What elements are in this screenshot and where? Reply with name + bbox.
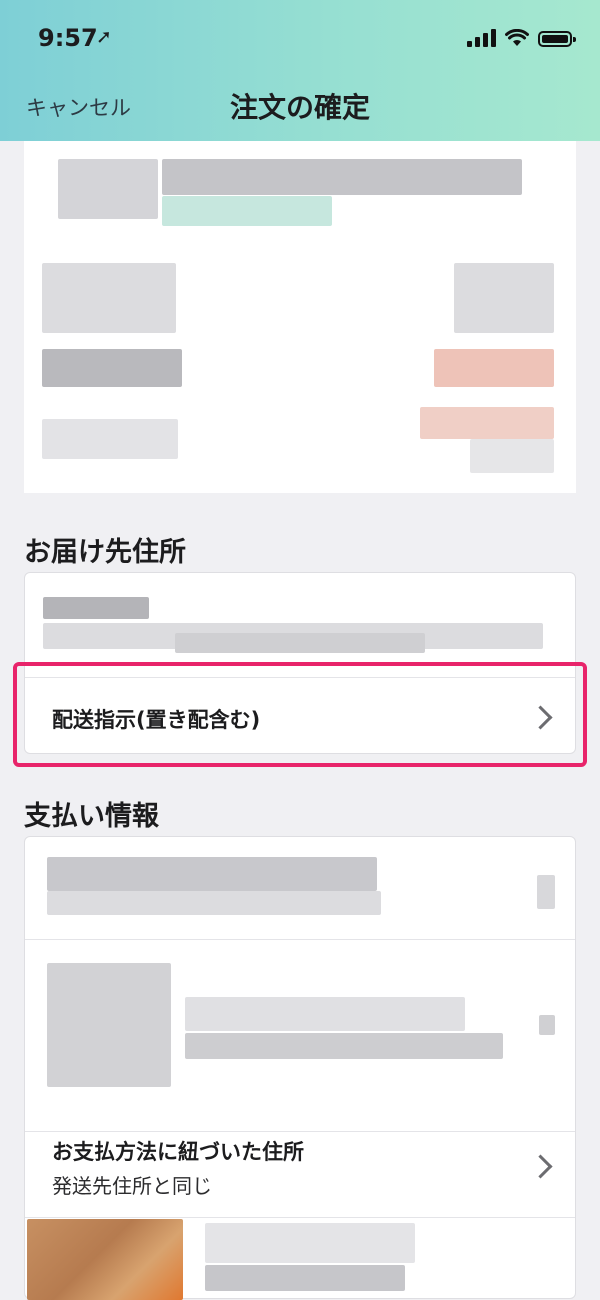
billing-address-label: お支払方法に紐づいた住所 [52, 1140, 304, 1164]
redacted-payment [47, 857, 377, 891]
page-title: 注文の確定 [229, 91, 370, 124]
redacted-payment [185, 997, 465, 1031]
divider [25, 939, 575, 940]
payment-info-heading: 支払い情報 [24, 801, 159, 832]
status-icons [467, 27, 576, 47]
highlight-annotation-box [13, 662, 587, 767]
redacted-content [58, 159, 158, 219]
billing-address-value: 発送先住所と同じ [52, 1174, 212, 1198]
redacted-payment [47, 963, 171, 1087]
location-arrow-icon: ➚ [96, 26, 112, 48]
redacted-address [43, 597, 149, 619]
redacted-product-image [27, 1219, 183, 1300]
redacted-payment [205, 1265, 405, 1291]
redacted-content [434, 349, 554, 387]
battery-icon [538, 31, 576, 47]
cellular-signal-icon [467, 29, 496, 47]
redacted-content [42, 263, 176, 333]
redacted-payment [205, 1223, 415, 1263]
redacted-content [420, 407, 554, 439]
navigation-header: 9:57 ➚ キャンセル 注文の確定 [0, 0, 600, 141]
redacted-content [454, 263, 554, 333]
redacted-payment [185, 1033, 503, 1059]
redacted-payment [537, 875, 555, 909]
shipping-address-heading: お届け先住所 [24, 537, 186, 568]
redacted-payment [539, 1015, 555, 1035]
redacted-content [162, 159, 522, 195]
redacted-content [42, 349, 182, 387]
divider [25, 1217, 575, 1218]
redacted-content [470, 439, 554, 473]
redacted-payment [47, 891, 381, 915]
redacted-address [175, 633, 425, 653]
redacted-content [162, 196, 332, 226]
wifi-icon [505, 29, 529, 46]
payment-info-card [24, 836, 576, 1300]
status-time: 9:57 [38, 24, 98, 52]
order-summary-card [24, 141, 576, 493]
redacted-content [42, 419, 178, 459]
chevron-right-icon [528, 1154, 553, 1179]
